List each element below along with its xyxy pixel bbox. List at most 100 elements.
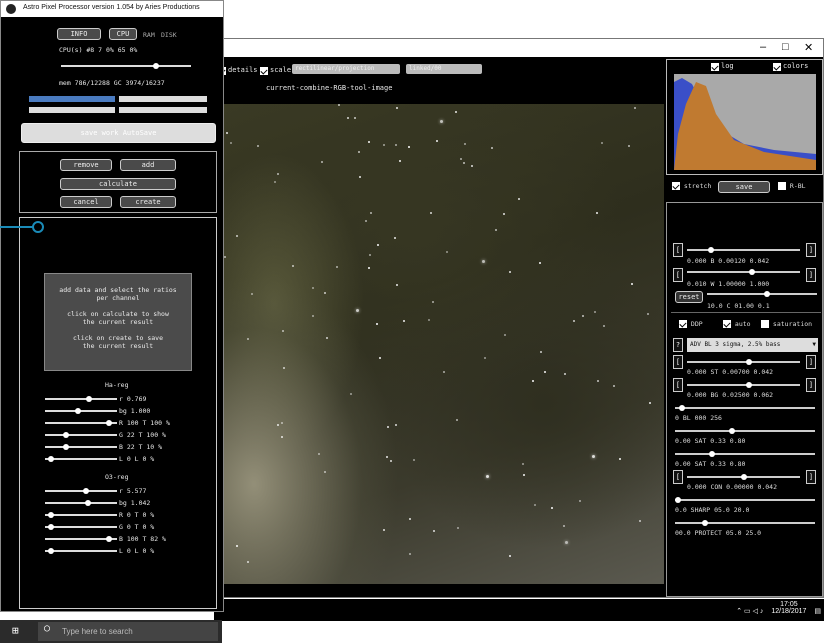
slider-knob[interactable] (707, 247, 714, 253)
maximize-icon[interactable]: □ (782, 41, 789, 53)
close-icon[interactable]: ✕ (804, 41, 813, 54)
preset-help-button[interactable]: ? (673, 338, 683, 352)
scale-checkbox[interactable] (260, 67, 268, 75)
add-button[interactable]: add (120, 159, 176, 171)
calculate-button[interactable]: calculate (60, 178, 176, 190)
star (471, 165, 473, 167)
hdr-checkbox[interactable] (778, 182, 786, 190)
autosave-banner[interactable]: save work AutoSave (21, 123, 216, 143)
param-slider-1[interactable] (687, 382, 800, 388)
o3_reg-slider-2[interactable] (45, 512, 117, 518)
o3_reg-slider-4[interactable] (45, 536, 117, 542)
param-slider-4[interactable] (675, 451, 815, 457)
star (358, 151, 360, 153)
slider-knob[interactable] (749, 269, 756, 275)
link-select[interactable]: linked/00 (406, 64, 482, 74)
w-slider[interactable] (687, 269, 800, 275)
ha_reg-slider-label: L 0 L 0 % (119, 455, 155, 463)
reset-button[interactable]: reset (675, 291, 703, 303)
star (277, 424, 279, 426)
ha_reg-slider-5[interactable] (45, 456, 117, 462)
cpu-button[interactable]: CPU (109, 28, 137, 40)
memory-slider[interactable] (61, 63, 191, 69)
remove-button[interactable]: remove (60, 159, 112, 171)
star (540, 351, 542, 353)
chevron-down-icon: ▼ (812, 341, 816, 348)
param-slider-label: 0.000 CON 0.00000 0.042 (687, 483, 778, 491)
star (369, 254, 371, 256)
preset-value: ADV BL 3 sigma, 2.5% bass (690, 341, 781, 348)
star (336, 266, 338, 268)
notification-icon[interactable]: ▤ (814, 608, 821, 615)
param-right-button[interactable]: ] (806, 378, 816, 392)
slider-knob[interactable] (764, 291, 771, 297)
star (592, 455, 595, 458)
preset-select[interactable]: ADV BL 3 sigma, 2.5% bass ▼ (687, 338, 818, 352)
star (579, 500, 581, 502)
w-left-button[interactable]: [ (673, 268, 683, 282)
star (386, 456, 388, 458)
star (432, 301, 434, 303)
star (281, 422, 283, 424)
o3_reg-slider-5[interactable] (45, 548, 117, 554)
tray-time: 17:05 (780, 601, 798, 608)
ha_reg-slider-0[interactable] (45, 396, 117, 402)
param-left-button[interactable]: [ (673, 470, 683, 484)
star (634, 107, 636, 109)
ddp-checkbox[interactable] (679, 320, 687, 328)
search-input[interactable]: Type here to search (38, 622, 218, 641)
c-slider[interactable] (707, 291, 817, 297)
tray-icons[interactable]: ⌃ ▭ ◁ ♪ (736, 608, 763, 615)
param-slider-0[interactable] (687, 359, 800, 365)
o3_reg-slider-0[interactable] (45, 488, 117, 494)
cancel-button[interactable]: cancel (60, 196, 112, 208)
b-right-button[interactable]: ] (806, 243, 816, 257)
b-left-button[interactable]: [ (673, 243, 683, 257)
param-left-button[interactable]: [ (673, 378, 683, 392)
star (396, 107, 398, 109)
help-text-box: add data and select the ratios per chann… (44, 273, 192, 371)
param-slider-3[interactable] (675, 428, 815, 434)
param-left-button[interactable]: [ (673, 355, 683, 369)
minimize-icon[interactable]: – (760, 41, 766, 53)
star (365, 220, 367, 222)
log-checkbox[interactable] (711, 63, 719, 71)
projection-select[interactable]: rectilinear/projection (292, 64, 400, 74)
o3_reg-slider-1[interactable] (45, 500, 117, 506)
param-slider-7[interactable] (675, 520, 815, 526)
star (383, 529, 385, 531)
ha_reg-slider-2[interactable] (45, 420, 117, 426)
b-slider[interactable] (687, 247, 800, 253)
create-button[interactable]: create (120, 196, 176, 208)
stretch-checkbox[interactable] (672, 182, 680, 190)
ha_reg-slider-label: B 22 T 10 % (119, 443, 163, 451)
star (539, 262, 541, 264)
disk-label: DISK (161, 31, 177, 39)
star (440, 120, 443, 123)
star (463, 162, 465, 164)
ha_reg-slider-3[interactable] (45, 432, 117, 438)
param-slider-6[interactable] (675, 497, 815, 503)
windows-start-icon[interactable]: ⊞ (12, 624, 19, 637)
star (396, 284, 398, 286)
star (370, 212, 372, 214)
saturation-checkbox[interactable] (761, 320, 769, 328)
ha_reg-slider-4[interactable] (45, 444, 117, 450)
star (596, 212, 598, 214)
star (354, 117, 356, 119)
image-viewer[interactable] (214, 104, 664, 584)
info-button[interactable]: INFO (57, 28, 101, 40)
colors-checkbox[interactable] (773, 63, 781, 71)
star (350, 393, 352, 395)
w-right-button[interactable]: ] (806, 268, 816, 282)
param-slider-label: 0.00 SAT 0.33 0.80 (675, 437, 746, 445)
help-line-1: add data and select the ratios (59, 286, 177, 294)
save-button[interactable]: save (718, 181, 770, 193)
param-slider-5[interactable] (687, 474, 800, 480)
ha_reg-slider-1[interactable] (45, 408, 117, 414)
auto-checkbox[interactable] (723, 320, 731, 328)
param-slider-2[interactable] (675, 405, 815, 411)
o3_reg-slider-3[interactable] (45, 524, 117, 530)
param-right-button[interactable]: ] (806, 470, 816, 484)
param-right-button[interactable]: ] (806, 355, 816, 369)
